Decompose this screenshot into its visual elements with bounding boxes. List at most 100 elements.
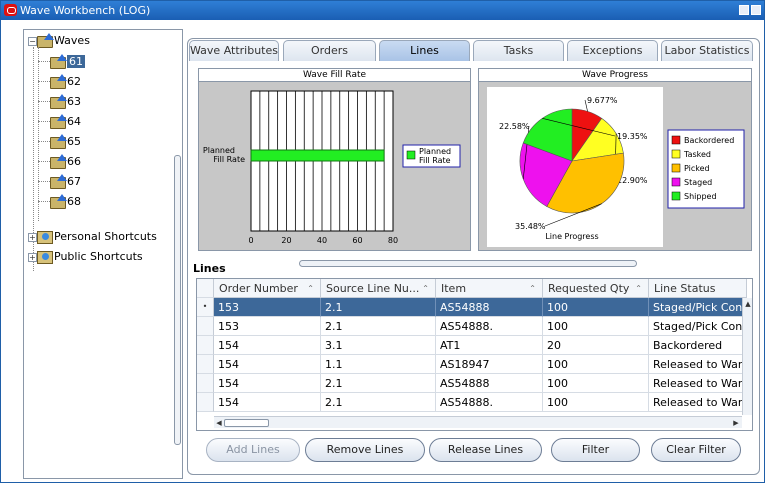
window-title: Wave Workbench (LOG): [20, 4, 151, 17]
pie-legend-label: Staged: [684, 178, 712, 187]
fill-tick-label: 80: [388, 236, 398, 245]
table-cell: 153: [214, 298, 321, 317]
remove-lines-button[interactable]: Remove Lines: [305, 438, 425, 462]
sort-icon[interactable]: ⌃: [307, 279, 314, 297]
column-header[interactable]: Requested Qty ⌃: [543, 279, 649, 298]
table-cell: 100: [543, 393, 649, 412]
pie-legend-swatch: [671, 177, 681, 187]
row-selector[interactable]: •: [197, 298, 214, 317]
tree-node-wave-61[interactable]: 61: [67, 55, 85, 68]
row-selector[interactable]: [197, 393, 214, 412]
add-lines-button[interactable]: Add Lines: [206, 438, 300, 462]
pie-value-label: 19.35%: [617, 132, 648, 141]
tab-lines[interactable]: Lines: [379, 40, 470, 61]
table-cell: 100: [543, 317, 649, 336]
table-cell: AS54888.: [436, 393, 543, 412]
column-header[interactable]: Order Number ⌃: [214, 279, 321, 298]
table-row[interactable]: 154 2.1 AS54888. 100 Released to Ware: [197, 393, 747, 412]
scroll-up-icon[interactable]: ▲: [744, 300, 752, 308]
table-cell: Released to Ware: [649, 355, 747, 374]
table-row[interactable]: • 153 2.1 AS54888 100 Staged/Pick Conf: [197, 298, 747, 317]
sort-icon[interactable]: ⌃: [635, 279, 642, 297]
tree-node-waves[interactable]: Waves: [54, 34, 90, 47]
grid-vertical-scrollbar[interactable]: ▲: [742, 298, 752, 415]
table-cell: 154: [214, 336, 321, 355]
wave-folder-icon: [50, 74, 67, 89]
navigator-tree: − Waves 61 62 63 64 65 66 67 68 + Personal Shor…: [23, 29, 183, 479]
column-header-label: Source Line Nu...: [326, 282, 420, 295]
tree-scrollbar[interactable]: [174, 155, 181, 445]
tab-exceptions[interactable]: Exceptions: [567, 40, 658, 61]
column-header[interactable]: Item ⌃: [436, 279, 543, 298]
sort-icon[interactable]: ⌃: [422, 279, 429, 297]
pie-legend-swatch: [671, 135, 681, 145]
table-cell: 2.1: [321, 374, 436, 393]
release-lines-button[interactable]: Release Lines: [429, 438, 542, 462]
tree-node-public-shortcuts[interactable]: Public Shortcuts: [54, 250, 143, 263]
tree-node-personal-shortcuts[interactable]: Personal Shortcuts: [54, 230, 157, 243]
tree-node-wave-63[interactable]: 63: [67, 95, 81, 108]
table-cell: 153: [214, 317, 321, 336]
row-selector[interactable]: [197, 374, 214, 393]
pie-legend-label: Backordered: [684, 136, 734, 145]
pie-legend-label: Shipped: [684, 192, 717, 201]
tree-node-wave-65[interactable]: 65: [67, 135, 81, 148]
lines-section-title: Lines: [193, 262, 226, 275]
waves-collapse-icon[interactable]: −: [28, 37, 37, 46]
grid-corner: [197, 279, 214, 298]
column-header-label: Order Number: [219, 282, 298, 295]
table-cell: AS54888.: [436, 317, 543, 336]
pie-legend-swatch: [671, 191, 681, 201]
filter-button[interactable]: Filter: [551, 438, 640, 462]
wave-folder-icon: [50, 134, 67, 149]
fill-rate-bar: [250, 149, 385, 162]
pie-axis-label: Line Progress: [545, 232, 598, 241]
row-selector[interactable]: [197, 355, 214, 374]
oracle-logo-icon: [4, 4, 17, 16]
sort-icon[interactable]: ⌃: [529, 279, 536, 297]
fill-tick-label: 20: [281, 236, 291, 245]
fill-tick-label: 60: [352, 236, 362, 245]
wave-folder-icon: [50, 114, 67, 129]
row-selector[interactable]: [197, 336, 214, 355]
column-header[interactable]: Source Line Nu... ⌃: [321, 279, 436, 298]
fill-legend-label: Planned: [419, 147, 451, 156]
title-bar: Wave Workbench (LOG): [1, 1, 764, 20]
table-row[interactable]: 154 3.1 AT1 20 Backordered: [197, 336, 747, 355]
tree-node-wave-68[interactable]: 68: [67, 195, 81, 208]
minimize-icon[interactable]: [739, 5, 749, 15]
tree-node-wave-67[interactable]: 67: [67, 175, 81, 188]
column-header[interactable]: Line Status: [649, 279, 747, 298]
table-cell: 2.1: [321, 298, 436, 317]
table-row[interactable]: 153 2.1 AS54888. 100 Staged/Pick Conf: [197, 317, 747, 336]
clear-filter-button[interactable]: Clear Filter: [651, 438, 741, 462]
table-cell: 100: [543, 374, 649, 393]
tree-node-wave-64[interactable]: 64: [67, 115, 81, 128]
table-row[interactable]: 154 2.1 AS54888 100 Released to Ware: [197, 374, 747, 393]
scroll-left-icon[interactable]: ◀: [215, 418, 223, 428]
row-selector[interactable]: [197, 317, 214, 336]
tab-wave-attributes[interactable]: Wave Attributes: [189, 40, 279, 61]
tab-labor-statistics[interactable]: Labor Statistics: [661, 40, 753, 61]
tree-node-wave-62[interactable]: 62: [67, 75, 81, 88]
tab-orders[interactable]: Orders: [283, 40, 376, 61]
pie-value-label: 35.48%: [515, 222, 546, 231]
pie-value-label: 22.58%: [499, 122, 530, 131]
tab-tasks[interactable]: Tasks: [473, 40, 564, 61]
maximize-icon[interactable]: [751, 5, 761, 15]
wave-folder-icon: [50, 94, 67, 109]
horizontal-scroll-thumb[interactable]: [224, 419, 269, 427]
pie-legend-label: Picked: [684, 164, 710, 173]
table-cell: 2.1: [321, 393, 436, 412]
table-row[interactable]: 154 1.1 AS18947 100 Released to Ware: [197, 355, 747, 374]
public-shortcuts-expand-icon[interactable]: +: [28, 253, 37, 262]
table-cell: 2.1: [321, 317, 436, 336]
personal-shortcuts-expand-icon[interactable]: +: [28, 233, 37, 242]
fill-category-label: Planned: [203, 146, 235, 155]
tree-node-wave-66[interactable]: 66: [67, 155, 81, 168]
grid-horizontal-scrollbar[interactable]: ◀ ▶: [214, 416, 742, 428]
table-cell: 100: [543, 355, 649, 374]
chart-splitter-handle[interactable]: [299, 260, 637, 267]
scroll-right-icon[interactable]: ▶: [732, 418, 740, 428]
pie-value-label: 9.677%: [587, 96, 618, 105]
